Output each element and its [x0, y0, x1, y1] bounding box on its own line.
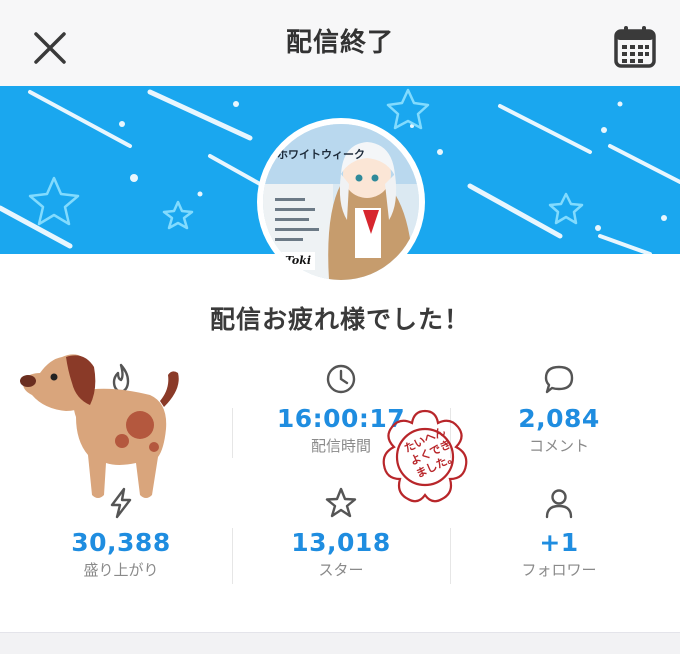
stat-label: コメント [528, 437, 589, 455]
avatar-caption-name: Toki [285, 254, 312, 267]
calendar-icon[interactable] [612, 24, 658, 70]
stat-followers: +1 フォロワー [459, 486, 659, 580]
top-bar: 配信終了 [0, 0, 680, 86]
avatar-caption-top: ホワイトウィーク [277, 148, 365, 161]
stat-value: 30,388 [71, 528, 171, 557]
stats-divider [232, 528, 233, 584]
stat-value: 13,018 [291, 528, 391, 557]
streamer-avatar: ホワイトウィーク Toki [257, 118, 425, 286]
stat-label: 盛り上がり [83, 561, 159, 579]
avatar-image: ホワイトウィーク Toki [263, 124, 419, 280]
farewell-message: 配信お疲れ様でした！ [209, 305, 470, 334]
stats-divider [232, 408, 233, 458]
stat-comments: 2,084 コメント [459, 362, 659, 456]
dog-sticker [20, 354, 179, 498]
stat-label: フォロワー [521, 561, 597, 579]
clock-icon [326, 364, 356, 394]
star-icon [325, 487, 357, 518]
comment-icon [544, 365, 574, 394]
page-title: 配信終了 [285, 28, 394, 58]
stat-value: 2,084 [518, 404, 600, 433]
stats-divider [450, 528, 451, 584]
person-icon [545, 489, 573, 519]
stat-value: +1 [539, 528, 579, 557]
approval-stamp: たいへん よくでき ました。 [382, 409, 468, 503]
stat-label: スター [318, 561, 364, 579]
bottom-bar [0, 632, 680, 654]
